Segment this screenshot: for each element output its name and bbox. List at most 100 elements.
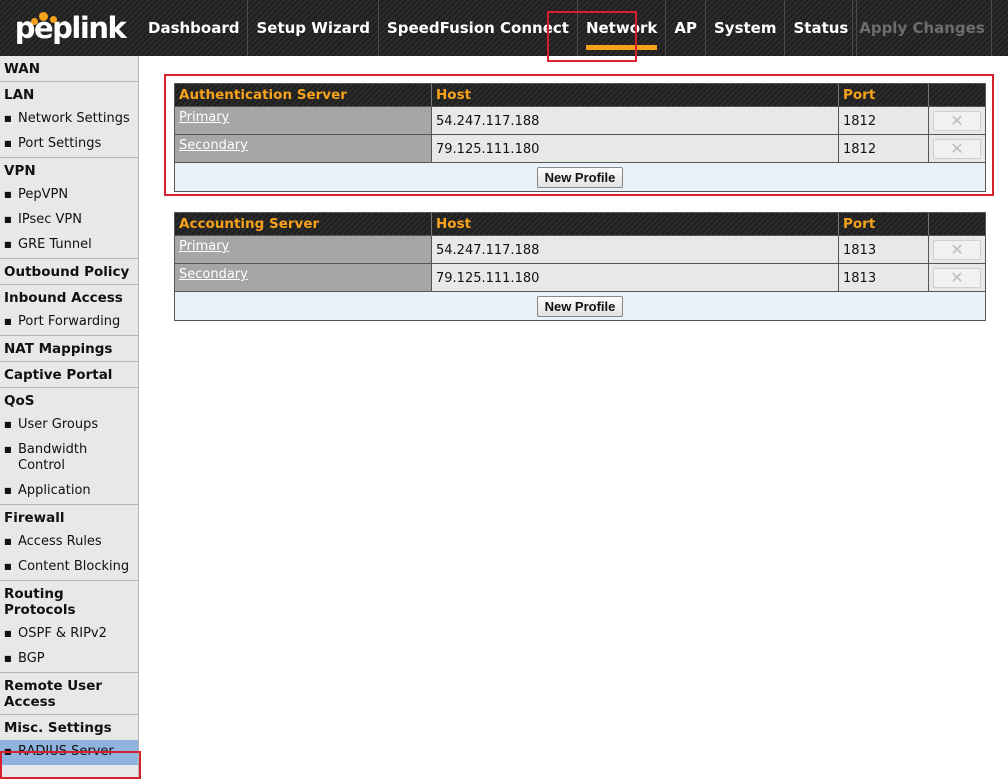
square-bullet-icon: ■ [4, 317, 12, 326]
profile-link-primary[interactable]: Primary [179, 110, 229, 125]
close-icon: ✕ [950, 240, 964, 259]
sidebar-item-access-rules[interactable]: ■ Access Rules [0, 530, 138, 555]
sidebar-item-user-groups[interactable]: ■ User Groups [0, 413, 138, 438]
profile-link-secondary[interactable]: Secondary [179, 138, 248, 153]
column-header-actions [929, 213, 985, 235]
nav-network[interactable]: Network [578, 0, 667, 56]
port-value: 1813 [839, 264, 929, 291]
accounting-server-table: Accounting Server Host Port Primary 54.2… [174, 212, 986, 321]
square-bullet-icon: ■ [4, 537, 12, 546]
apply-changes-button[interactable]: Apply Changes [852, 0, 992, 56]
sidebar-item-label: BGP [18, 651, 45, 666]
column-header-host: Host [432, 213, 839, 235]
square-bullet-icon: ■ [4, 114, 12, 123]
table-row: Secondary 79.125.111.180 1812 ✕ [175, 134, 985, 162]
column-header-host: Host [432, 84, 839, 106]
sidebar-item-wan[interactable]: WAN [0, 56, 138, 81]
host-value: 79.125.111.180 [432, 264, 839, 291]
new-profile-button[interactable]: New Profile [536, 166, 624, 188]
sidebar-item-nat-mappings[interactable]: NAT Mappings [0, 336, 138, 361]
sidebar-item-port-settings[interactable]: ■ Port Settings [0, 132, 138, 157]
table-header: Accounting Server Host Port [175, 213, 985, 235]
square-bullet-icon: ■ [4, 420, 12, 429]
logo-wordmark: peplink [15, 11, 127, 45]
sidebar-item-bandwidth-control[interactable]: ■ Bandwidth Control [0, 438, 138, 479]
close-icon: ✕ [950, 268, 964, 287]
table-row: Primary 54.247.117.188 1813 ✕ [175, 235, 985, 263]
host-value: 79.125.111.180 [432, 135, 839, 162]
sidebar-item-label: Port Forwarding [18, 314, 121, 329]
square-bullet-icon: ■ [4, 190, 12, 199]
sidebar-item-content-blocking[interactable]: ■ Content Blocking [0, 555, 138, 580]
new-profile-button[interactable]: New Profile [536, 295, 624, 317]
sidebar: WAN LAN ■ Network Settings ■ Port Settin… [0, 56, 139, 779]
square-bullet-icon: ■ [4, 654, 12, 663]
nav-speedfusion-connect[interactable]: SpeedFusion Connect [379, 0, 578, 56]
sidebar-item-ospf-ripv2[interactable]: ■ OSPF & RIPv2 [0, 622, 138, 647]
sidebar-item-label: Port Settings [18, 136, 102, 151]
square-bullet-icon: ■ [4, 629, 12, 638]
sidebar-item-label: Network Settings [18, 111, 130, 126]
sidebar-item-network-settings[interactable]: ■ Network Settings [0, 107, 138, 132]
table-header: Authentication Server Host Port [175, 84, 985, 106]
sidebar-item-bgp[interactable]: ■ BGP [0, 647, 138, 672]
close-icon: ✕ [950, 111, 964, 130]
sidebar-item-label: Bandwidth Control [18, 442, 88, 473]
profile-link-secondary[interactable]: Secondary [179, 267, 248, 282]
sidebar-item-gre-tunnel[interactable]: ■ GRE Tunnel [0, 233, 138, 258]
nav-system[interactable]: System [706, 0, 786, 56]
sidebar-item-vpn[interactable]: VPN [0, 158, 138, 183]
sidebar-item-label: GRE Tunnel [18, 237, 92, 252]
host-value: 54.247.117.188 [432, 236, 839, 263]
delete-button[interactable]: ✕ [933, 110, 981, 131]
sidebar-item-application[interactable]: ■ Application [0, 479, 138, 504]
sidebar-item-ipsec-vpn[interactable]: ■ IPsec VPN [0, 208, 138, 233]
sidebar-item-qos[interactable]: QoS [0, 388, 138, 413]
sidebar-item-inbound-access[interactable]: Inbound Access [0, 285, 138, 310]
square-bullet-icon: ■ [4, 445, 12, 454]
square-bullet-icon: ■ [4, 486, 12, 495]
host-value: 54.247.117.188 [432, 107, 839, 134]
column-header-port: Port [839, 213, 929, 235]
sidebar-item-routing-protocols[interactable]: Routing Protocols [0, 581, 138, 622]
sidebar-item-radius-server[interactable]: ■ RADIUS Server [0, 740, 138, 765]
sidebar-item-label: OSPF & RIPv2 [18, 626, 107, 641]
nav-status[interactable]: Status [785, 0, 858, 56]
nav-ap[interactable]: AP [666, 0, 706, 56]
port-value: 1812 [839, 135, 929, 162]
profile-link-primary[interactable]: Primary [179, 239, 229, 254]
nav-dashboard[interactable]: Dashboard [140, 0, 249, 56]
delete-button[interactable]: ✕ [933, 239, 981, 260]
sidebar-item-remote-user-access[interactable]: Remote User Access [0, 673, 138, 714]
delete-button[interactable]: ✕ [933, 138, 981, 159]
sidebar-item-label: PepVPN [18, 187, 69, 202]
sidebar-item-label: Content Blocking [18, 559, 130, 574]
port-value: 1812 [839, 107, 929, 134]
logo-dots-icon [30, 12, 61, 26]
sidebar-item-misc-settings[interactable]: Misc. Settings [0, 715, 138, 740]
sidebar-item-pepvpn[interactable]: ■ PepVPN [0, 183, 138, 208]
sidebar-item-label: Access Rules [18, 534, 102, 549]
column-header-server: Authentication Server [175, 84, 432, 106]
main-nav: Dashboard Setup Wizard SpeedFusion Conne… [140, 0, 858, 56]
table-footer: New Profile [175, 291, 985, 320]
square-bullet-icon: ■ [4, 562, 12, 571]
authentication-server-table: Authentication Server Host Port Primary … [174, 83, 986, 192]
square-bullet-icon: ■ [4, 747, 12, 756]
square-bullet-icon: ■ [4, 240, 12, 249]
sidebar-item-captive-portal[interactable]: Captive Portal [0, 362, 138, 387]
column-header-actions [929, 84, 985, 106]
sidebar-item-label: Application [18, 483, 91, 498]
sidebar-item-lan[interactable]: LAN [0, 82, 138, 107]
sidebar-item-firewall[interactable]: Firewall [0, 505, 138, 530]
sidebar-item-label: RADIUS Server [18, 744, 114, 759]
sidebar-item-outbound-policy[interactable]: Outbound Policy [0, 259, 138, 284]
delete-button[interactable]: ✕ [933, 267, 981, 288]
sidebar-item-label: IPsec VPN [18, 212, 82, 227]
sidebar-item-port-forwarding[interactable]: ■ Port Forwarding [0, 310, 138, 335]
peplink-logo[interactable]: peplink [0, 0, 140, 56]
close-icon: ✕ [950, 139, 964, 158]
table-row: Secondary 79.125.111.180 1813 ✕ [175, 263, 985, 291]
port-value: 1813 [839, 236, 929, 263]
nav-setup-wizard[interactable]: Setup Wizard [248, 0, 379, 56]
